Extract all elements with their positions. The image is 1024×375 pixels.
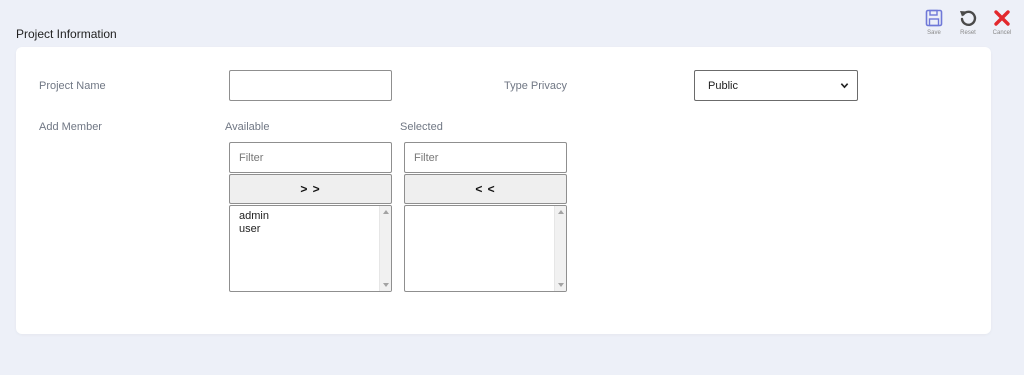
type-privacy-value: Public — [708, 79, 738, 92]
reset-icon — [960, 10, 977, 26]
add-member-label: Add Member — [39, 121, 102, 133]
reset-label: Reset — [960, 30, 976, 36]
save-label: Save — [927, 30, 941, 36]
cancel-label: Cancel — [992, 30, 1012, 36]
available-listbox[interactable]: admin user — [229, 205, 392, 292]
project-information-page: Project Information Save Reset Cancel Pr — [0, 0, 1024, 375]
selected-panel: Filter < < — [404, 142, 567, 292]
cancel-button[interactable]: Cancel — [990, 8, 1014, 36]
selected-listbox[interactable] — [404, 205, 567, 292]
available-title: Available — [225, 121, 270, 133]
chevron-down-icon — [840, 83, 849, 89]
save-icon — [925, 9, 943, 27]
reset-button[interactable]: Reset — [956, 8, 980, 36]
available-panel: Filter > > admin user — [229, 142, 392, 292]
selected-filter-placeholder: Filter — [414, 151, 439, 164]
type-privacy-label: Type Privacy — [504, 80, 567, 92]
list-item[interactable]: user — [239, 223, 269, 236]
project-form-card: Project Name Type Privacy Public Add Mem… — [16, 47, 991, 334]
save-button[interactable]: Save — [922, 8, 946, 36]
available-scrollbar[interactable] — [379, 206, 391, 291]
selected-scrollbar[interactable] — [554, 206, 566, 291]
scroll-down-icon[interactable] — [558, 283, 564, 287]
type-privacy-select[interactable]: Public — [694, 70, 858, 101]
scroll-up-icon[interactable] — [558, 210, 564, 214]
page-title: Project Information — [16, 27, 117, 41]
project-name-input[interactable] — [229, 70, 392, 101]
list-item[interactable]: admin — [239, 210, 269, 223]
available-filter-input[interactable]: Filter — [229, 142, 392, 173]
move-to-selected-button[interactable]: > > — [229, 174, 392, 204]
move-to-available-button[interactable]: < < — [404, 174, 567, 204]
available-filter-placeholder: Filter — [239, 151, 264, 164]
toolbar: Save Reset Cancel — [922, 8, 1014, 36]
scroll-up-icon[interactable] — [383, 210, 389, 214]
selected-filter-input[interactable]: Filter — [404, 142, 567, 173]
available-items: admin user — [239, 210, 269, 236]
move-right-label: > > — [300, 182, 321, 196]
scroll-down-icon[interactable] — [383, 283, 389, 287]
move-left-label: < < — [475, 182, 496, 196]
close-icon — [994, 10, 1010, 26]
project-name-label: Project Name — [39, 80, 106, 92]
selected-title: Selected — [400, 121, 443, 133]
